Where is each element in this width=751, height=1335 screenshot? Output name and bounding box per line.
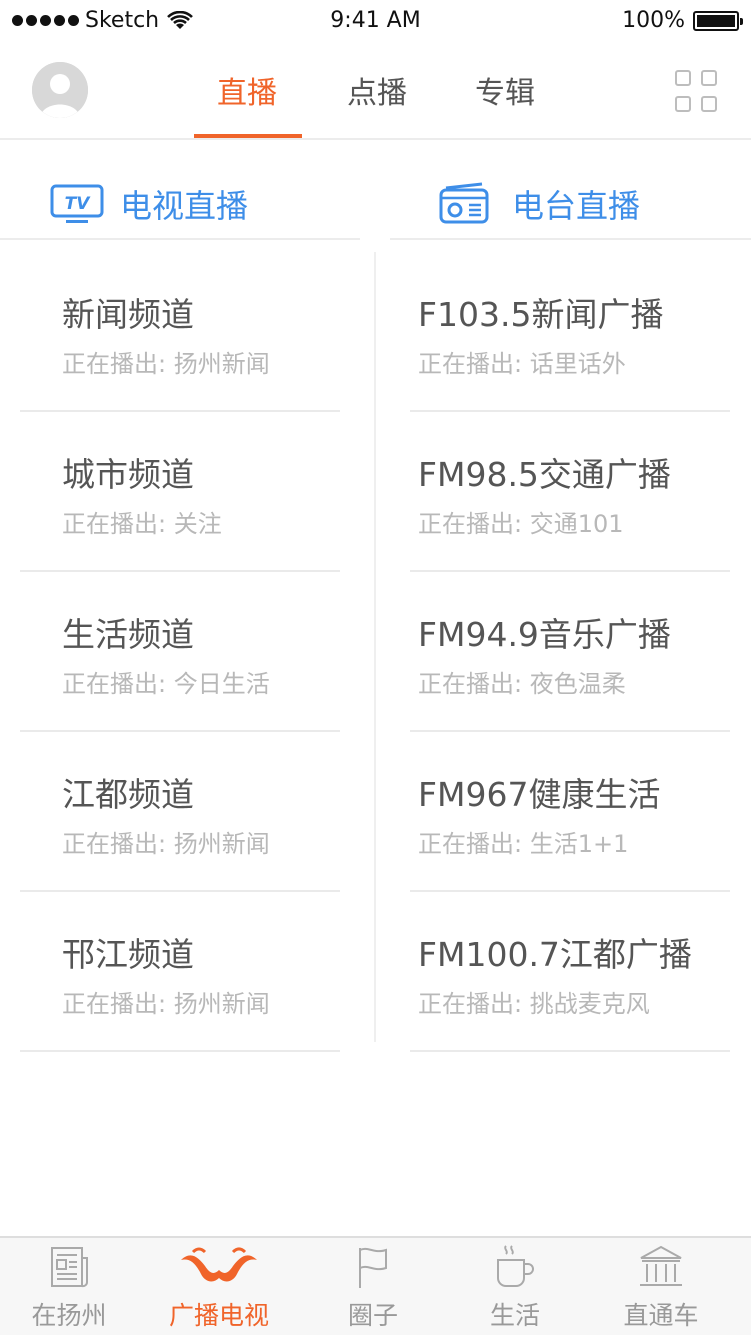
tv-channel-list: 新闻频道 正在播出: 扬州新闻 城市频道 正在播出: 关注 生活频道 正在播出:… — [20, 252, 340, 1052]
radio-station-list: F103.5新闻广播 正在播出: 话里话外 FM98.5交通广播 正在播出: 交… — [410, 252, 730, 1052]
radio-live-title: 电台直播 — [512, 187, 641, 225]
radio-header-divider — [390, 238, 751, 240]
tabbar-item-life[interactable]: 生活 — [440, 1242, 590, 1332]
top-header: 直播 点播 专辑 — [0, 44, 751, 140]
battery-percent: 100% — [622, 8, 685, 33]
grid-menu-icon[interactable] — [675, 70, 717, 112]
now-playing: 正在播出: 生活1+1 — [418, 830, 629, 858]
broadcast-icon — [181, 1247, 257, 1282]
now-playing: 正在播出: 扬州新闻 — [62, 830, 270, 858]
tv-live-header: TV 电视直播 — [50, 172, 248, 236]
now-playing: 正在播出: 扬州新闻 — [62, 350, 270, 378]
active-tab-indicator — [194, 134, 302, 138]
channel-name: 新闻频道 — [62, 295, 194, 334]
tv-channel-item[interactable]: 江都频道 正在播出: 扬州新闻 — [20, 732, 340, 892]
column-divider — [374, 252, 376, 1042]
tabbar-item-express[interactable]: 直通车 — [586, 1242, 736, 1332]
channel-name: 江都频道 — [62, 775, 194, 814]
tabbar-label: 圈子 — [347, 1301, 398, 1330]
tv-channel-item[interactable]: 生活频道 正在播出: 今日生活 — [20, 572, 340, 732]
newspaper-icon — [51, 1247, 88, 1288]
now-playing: 正在播出: 关注 — [62, 510, 222, 538]
tv-channel-item[interactable]: 新闻频道 正在播出: 扬州新闻 — [20, 252, 340, 412]
now-playing: 正在播出: 扬州新闻 — [62, 990, 270, 1018]
bottom-tab-bar: 在扬州 广播电视 圈子 生活 直通车 — [0, 1236, 751, 1335]
battery-icon — [693, 10, 743, 31]
tv-header-divider — [0, 238, 360, 240]
tv-channel-item[interactable]: 邗江频道 正在播出: 扬州新闻 — [20, 892, 340, 1052]
radio-station-item[interactable]: FM94.9音乐广播 正在播出: 夜色温柔 — [410, 572, 730, 732]
svg-text:TV: TV — [65, 194, 92, 214]
now-playing: 正在播出: 夜色温柔 — [418, 670, 626, 698]
radio-station-item[interactable]: F103.5新闻广播 正在播出: 话里话外 — [410, 252, 730, 412]
station-name: FM967健康生活 — [418, 775, 661, 814]
tabbar-item-circle[interactable]: 圈子 — [298, 1242, 448, 1332]
now-playing: 正在播出: 今日生活 — [62, 670, 270, 698]
channel-name: 生活频道 — [62, 615, 194, 654]
radio-station-item[interactable]: FM967健康生活 正在播出: 生活1+1 — [410, 732, 730, 892]
channel-name: 城市频道 — [62, 455, 194, 494]
radio-station-item[interactable]: FM98.5交通广播 正在播出: 交通101 — [410, 412, 730, 572]
status-bar-right: 100% — [622, 8, 743, 33]
user-avatar-icon[interactable] — [32, 62, 88, 118]
building-icon — [640, 1245, 682, 1286]
tv-live-title: 电视直播 — [120, 187, 249, 225]
tab-on-demand[interactable]: 点播 — [322, 68, 432, 112]
tv-channel-item[interactable]: 城市频道 正在播出: 关注 — [20, 412, 340, 572]
now-playing: 正在播出: 话里话外 — [418, 350, 626, 378]
station-name: FM98.5交通广播 — [418, 455, 671, 494]
tabbar-item-yangzhou[interactable]: 在扬州 — [0, 1242, 144, 1332]
station-name: FM100.7江都广播 — [418, 935, 692, 974]
tabbar-label: 在扬州 — [31, 1301, 107, 1330]
tabbar-item-broadcast-tv[interactable]: 广播电视 — [144, 1242, 294, 1332]
tabbar-label: 直通车 — [623, 1301, 699, 1330]
tab-live[interactable]: 直播 — [192, 68, 302, 112]
tabbar-label: 广播电视 — [168, 1301, 269, 1330]
radio-icon — [439, 182, 489, 224]
tabbar-label: 生活 — [489, 1301, 540, 1330]
tv-icon: TV — [50, 184, 104, 223]
flag-icon — [359, 1247, 387, 1288]
status-bar: Sketch 9:41 AM 100% — [0, 0, 751, 44]
now-playing: 正在播出: 交通101 — [418, 510, 624, 538]
station-name: F103.5新闻广播 — [418, 295, 664, 334]
station-name: FM94.9音乐广播 — [418, 615, 671, 654]
radio-live-header: 电台直播 — [438, 172, 640, 236]
radio-station-item[interactable]: FM100.7江都广播 正在播出: 挑战麦克风 — [410, 892, 730, 1052]
channel-name: 邗江频道 — [62, 935, 194, 974]
coffee-cup-icon — [497, 1245, 534, 1287]
now-playing: 正在播出: 挑战麦克风 — [418, 990, 650, 1018]
tab-albums[interactable]: 专辑 — [450, 68, 560, 112]
